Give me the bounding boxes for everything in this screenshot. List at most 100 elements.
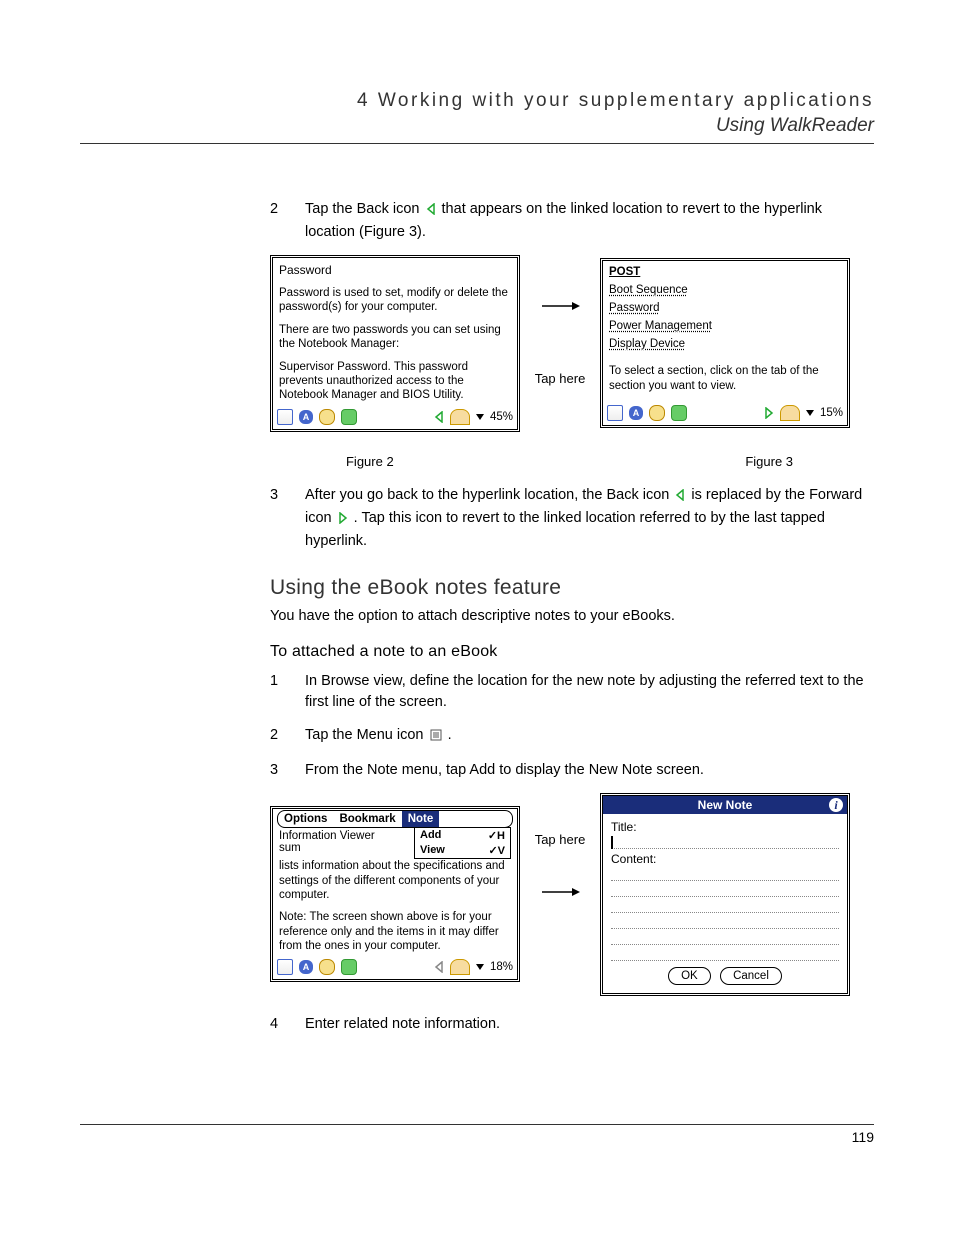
figure-3-panel: POST Boot Sequence Password Power Manage… xyxy=(600,258,850,428)
page-header: 4 Working with your supplementary applic… xyxy=(80,90,874,144)
menu-icon[interactable] xyxy=(607,405,623,421)
heading-notes-feature: Using the eBook notes feature xyxy=(270,576,869,600)
figMenu-line-before: Information Viewer sum xyxy=(279,830,399,854)
ok-button[interactable]: OK xyxy=(668,967,711,985)
forward-nav-icon[interactable] xyxy=(764,407,774,419)
tap-here-label-2: Tap here xyxy=(535,832,586,847)
dd-view-label: View xyxy=(420,844,445,857)
step-number: 2 xyxy=(270,725,305,748)
step-text: Tap the Menu icon . xyxy=(305,725,869,748)
step-number: 2 xyxy=(270,199,305,243)
figure-menu-panel: Options Bookmark Note Information Viewer… xyxy=(270,806,520,982)
step-text: From the Note menu, tap Add to display t… xyxy=(305,760,869,781)
note-step-2-text-a: Tap the Menu icon xyxy=(305,727,428,743)
text-cursor-icon xyxy=(611,836,613,849)
dialog-title-bar: New Note i xyxy=(603,796,847,814)
dropdown-icon[interactable] xyxy=(476,964,484,970)
chapter-title: 4 Working with your supplementary applic… xyxy=(80,90,874,112)
content-input-line[interactable] xyxy=(611,948,839,961)
tap-here-label: Tap here xyxy=(535,371,586,386)
dropdown-item-add[interactable]: Add ✓H xyxy=(415,828,510,843)
page-thumb-icon[interactable] xyxy=(780,405,800,421)
note-step-1: 1 In Browse view, define the location fo… xyxy=(270,671,869,713)
note-dropdown: Add ✓H View ✓V xyxy=(414,827,511,859)
menu-icon[interactable] xyxy=(277,409,293,425)
menu-note[interactable]: Note xyxy=(402,811,440,827)
content-input-line[interactable] xyxy=(611,916,839,929)
menu-icon xyxy=(430,727,442,748)
fig2-p1: Password is used to set, modify or delet… xyxy=(279,286,511,315)
menu-icon[interactable] xyxy=(277,959,293,975)
figMenu-toolbar: A 18% xyxy=(273,957,517,979)
step-3-text-a: After you go back to the hyperlink locat… xyxy=(305,487,673,503)
content-input-line[interactable] xyxy=(611,932,839,945)
figure-captions: Figure 2 Figure 3 xyxy=(270,454,869,469)
fig2-caption: Figure 2 xyxy=(270,454,470,469)
note-step-2: 2 Tap the Menu icon . xyxy=(270,725,869,748)
figure-arrow-column: Tap here xyxy=(520,301,600,386)
fig2-p2: There are two passwords you can set usin… xyxy=(279,323,511,352)
content-input-line[interactable] xyxy=(611,884,839,897)
figure-row-2: Options Bookmark Note Information Viewer… xyxy=(270,793,869,996)
highlight-icon[interactable] xyxy=(341,409,357,425)
step-text: After you go back to the hyperlink locat… xyxy=(305,485,869,552)
fig3-link-boot[interactable]: Boot Sequence xyxy=(609,284,688,296)
step-number: 1 xyxy=(270,671,305,713)
fig2-toolbar: A 45% xyxy=(273,407,517,429)
menu-options[interactable]: Options xyxy=(278,811,333,827)
field-label-content: Content: xyxy=(611,852,839,866)
fig2-progress: 45% xyxy=(490,411,513,423)
fig3-link-disp[interactable]: Display Device xyxy=(609,338,685,350)
step-3-text-c: . Tap this icon to revert to the linked … xyxy=(305,510,825,549)
step-number: 4 xyxy=(270,1014,305,1035)
note-step-4: 4 Enter related note information. xyxy=(270,1014,869,1035)
content-input[interactable] xyxy=(611,868,839,881)
note-step-2-text-b: . xyxy=(448,727,452,743)
font-icon[interactable]: A xyxy=(299,960,313,974)
page-thumb-icon[interactable] xyxy=(450,409,470,425)
step-text: Tap the Back icon that appears on the li… xyxy=(305,199,869,243)
dialog-title: New Note xyxy=(698,798,753,812)
page-number: 119 xyxy=(852,1129,874,1145)
find-icon[interactable] xyxy=(649,405,665,421)
back-nav-icon[interactable] xyxy=(434,961,444,973)
back-icon xyxy=(426,201,436,222)
note-step-3: 3 From the Note menu, tap Add to display… xyxy=(270,760,869,781)
figure-row-1: Password Password is used to set, modify… xyxy=(270,255,869,432)
info-icon[interactable]: i xyxy=(829,798,843,812)
step-text: In Browse view, define the location for … xyxy=(305,671,869,713)
figure-2-panel: Password Password is used to set, modify… xyxy=(270,255,520,432)
dropdown-icon[interactable] xyxy=(806,410,814,416)
title-input[interactable] xyxy=(611,836,839,849)
field-label-title: Title: xyxy=(611,820,839,834)
back-nav-icon[interactable] xyxy=(434,411,444,423)
find-icon[interactable] xyxy=(319,409,335,425)
fig3-caption: Figure 3 xyxy=(669,454,869,469)
fig2-p3: Supervisor Password. This password preve… xyxy=(279,360,511,403)
dropdown-icon[interactable] xyxy=(476,414,484,420)
dropdown-item-view[interactable]: View ✓V xyxy=(415,843,510,858)
fig3-progress: 15% xyxy=(820,407,843,419)
new-note-dialog: New Note i Title: Content: OK Cancel xyxy=(600,793,850,996)
find-icon[interactable] xyxy=(319,959,335,975)
figMenu-p1: lists information about the specificatio… xyxy=(279,859,511,902)
fig3-link-power[interactable]: Power Management xyxy=(609,320,712,332)
highlight-icon[interactable] xyxy=(341,959,357,975)
section-title: Using WalkReader xyxy=(80,115,874,137)
arrow-right-icon xyxy=(540,887,580,957)
font-icon[interactable]: A xyxy=(299,410,313,424)
dd-add-label: Add xyxy=(420,829,441,842)
font-icon[interactable]: A xyxy=(629,406,643,420)
menu-bookmark[interactable]: Bookmark xyxy=(333,811,401,827)
step-text: Enter related note information. xyxy=(305,1014,869,1035)
highlight-icon[interactable] xyxy=(671,405,687,421)
cancel-button[interactable]: Cancel xyxy=(720,967,782,985)
step-3: 3 After you go back to the hyperlink loc… xyxy=(270,485,869,552)
content-input-line[interactable] xyxy=(611,900,839,913)
fig3-link-pwd[interactable]: Password xyxy=(609,302,660,314)
fig3-link-post[interactable]: POST xyxy=(609,266,640,278)
fig2-title: Password xyxy=(279,263,511,278)
page-thumb-icon[interactable] xyxy=(450,959,470,975)
step-2-text-a: Tap the Back icon xyxy=(305,201,424,217)
heading-attach-note: To attached a note to an eBook xyxy=(270,643,869,661)
